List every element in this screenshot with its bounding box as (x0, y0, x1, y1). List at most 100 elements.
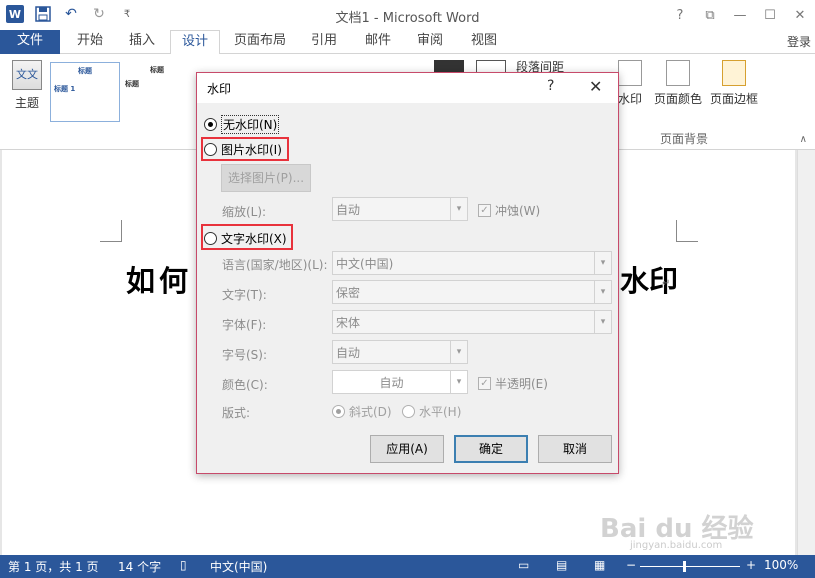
language-value: 中文(中国) (336, 257, 394, 271)
watermark-icon (618, 60, 642, 86)
washout-checkbox[interactable]: ✓ 冲蚀(W) (478, 202, 540, 219)
scale-select[interactable]: 自动 ▾ (332, 197, 468, 221)
page-color-icon (666, 60, 690, 86)
chevron-down-icon: ▾ (594, 311, 611, 333)
language-label: 语言(国家/地区)(L): (222, 258, 328, 272)
dialog-close-icon[interactable]: ✕ (589, 77, 602, 96)
page-color-button[interactable]: 页面颜色 (652, 60, 704, 107)
select-picture-button[interactable]: 选择图片(P)... (221, 164, 311, 192)
semitransparent-checkbox[interactable]: ✓ 半透明(E) (478, 375, 548, 392)
tab-page-layout[interactable]: 页面布局 (228, 30, 292, 54)
chevron-down-icon: ▾ (450, 198, 467, 220)
horizontal-radio[interactable]: 水平(H) (402, 403, 461, 420)
tab-insert[interactable]: 插入 (122, 30, 162, 54)
text-watermark-label: 文字水印(X) (221, 232, 287, 246)
themes-label: 主题 (14, 96, 39, 110)
zoom-slider-thumb[interactable] (683, 561, 686, 572)
cancel-button[interactable]: 取消 (538, 435, 612, 463)
style-set-title: 标题 (78, 67, 92, 75)
minimize-button[interactable]: — (725, 0, 755, 30)
page-count[interactable]: 第 1 页，共 1 页 (8, 558, 99, 575)
radio-unselected-icon (204, 232, 217, 245)
collapse-ribbon-icon[interactable]: ∧ (800, 134, 807, 145)
text-watermark-radio[interactable]: 文字水印(X) (204, 230, 287, 247)
crop-mark (676, 220, 698, 242)
text-select[interactable]: 保密 ▾ (332, 280, 612, 304)
checkbox-checked-icon: ✓ (478, 204, 491, 217)
diagonal-radio[interactable]: 斜式(D) (332, 403, 392, 420)
style-set-item[interactable]: 标题 标题 (122, 62, 192, 122)
dialog-title: 水印 (207, 82, 232, 96)
semitransparent-label: 半透明(E) (495, 377, 548, 391)
read-mode-icon[interactable]: ▭ (518, 558, 529, 572)
watermark-dialog: 水印 ? ✕ 无水印(N) 图片水印(I) 选择图片(P)... 缩放(L): … (196, 72, 619, 474)
zoom-in-icon[interactable]: + (746, 558, 756, 572)
layout-label: 版式: (222, 406, 251, 420)
diagonal-label: 斜式(D) (349, 405, 392, 419)
crop-mark (100, 220, 122, 242)
style-set-heading: 标题 (125, 80, 139, 88)
checkbox-checked-icon: ✓ (478, 377, 491, 390)
font-select[interactable]: 宋体 ▾ (332, 310, 612, 334)
chevron-down-icon: ▾ (450, 341, 467, 363)
font-label: 字体(F): (222, 318, 267, 332)
font-value: 宋体 (336, 316, 361, 330)
zoom-level[interactable]: 100% (764, 558, 798, 572)
tab-view[interactable]: 视图 (464, 30, 504, 54)
themes-button[interactable]: 文文 主题 (8, 60, 46, 111)
style-set-gallery[interactable]: 标题 标题 1 标题 标题 (48, 60, 198, 124)
maximize-button[interactable]: ☐ (755, 0, 785, 30)
ribbon-display-options-icon[interactable]: ⧉ (695, 0, 725, 30)
ok-button[interactable]: 确定 (454, 435, 528, 463)
tab-home[interactable]: 开始 (70, 30, 110, 54)
help-icon[interactable]: ? (665, 0, 695, 30)
picture-watermark-radio[interactable]: 图片水印(I) (204, 141, 282, 158)
radio-unselected-icon (402, 405, 415, 418)
print-layout-icon[interactable]: ▤ (556, 558, 567, 572)
radio-unselected-icon (204, 143, 217, 156)
chevron-down-icon: ▾ (450, 371, 467, 393)
site-watermark-url: jingyan.baidu.com (630, 540, 723, 551)
close-button[interactable]: ✕ (785, 0, 815, 30)
size-select[interactable]: 自动 ▾ (332, 340, 468, 364)
scale-label: 缩放(L): (222, 205, 267, 219)
tab-references[interactable]: 引用 (304, 30, 344, 54)
zoom-slider[interactable] (640, 566, 740, 567)
size-value: 自动 (336, 346, 361, 360)
web-layout-icon[interactable]: ▦ (594, 558, 605, 572)
chevron-down-icon: ▾ (594, 252, 611, 274)
chevron-down-icon: ▾ (594, 281, 611, 303)
dialog-help-icon[interactable]: ? (547, 78, 554, 94)
language-select[interactable]: 中文(中国) ▾ (332, 251, 612, 275)
size-label: 字号(S): (222, 348, 268, 362)
zoom-out-icon[interactable]: − (626, 558, 636, 572)
tab-file[interactable]: 文件 (0, 30, 60, 54)
page-borders-label: 页面边框 (709, 92, 758, 106)
text-label: 文字(T): (222, 288, 267, 302)
color-value: 自动 (379, 376, 404, 390)
tab-design[interactable]: 设计 (170, 30, 220, 55)
radio-selected-icon (204, 118, 217, 131)
proofing-icon[interactable]: ▯ (180, 558, 187, 572)
page-borders-icon (722, 60, 746, 86)
page-color-label: 页面颜色 (653, 92, 702, 106)
apply-button[interactable]: 应用(A) (370, 435, 444, 463)
scale-value: 自动 (336, 203, 361, 217)
no-watermark-label: 无水印(N) (221, 115, 280, 134)
tab-mailings[interactable]: 邮件 (358, 30, 398, 54)
tab-review[interactable]: 审阅 (410, 30, 450, 54)
language-status[interactable]: 中文(中国) (210, 558, 267, 575)
color-label: 颜色(C): (222, 378, 268, 392)
dialog-title-bar: 水印 ? ✕ (197, 73, 618, 103)
style-set-item[interactable]: 标题 标题 1 (50, 62, 120, 122)
washout-label: 冲蚀(W) (495, 204, 541, 218)
no-watermark-radio[interactable]: 无水印(N) (204, 115, 280, 134)
vertical-scrollbar[interactable] (797, 150, 815, 555)
page-borders-button[interactable]: 页面边框 (708, 60, 760, 107)
picture-watermark-label: 图片水印(I) (221, 143, 282, 157)
text-value: 保密 (336, 286, 361, 300)
word-count[interactable]: 14 个字 (118, 558, 161, 575)
login-link[interactable]: 登录 (787, 33, 811, 50)
color-select[interactable]: 自动 ▾ (332, 370, 468, 394)
title-bar: W ↶ ↻ ₹ 文档1 - Microsoft Word ? ⧉ — ☐ ✕ (0, 0, 815, 30)
